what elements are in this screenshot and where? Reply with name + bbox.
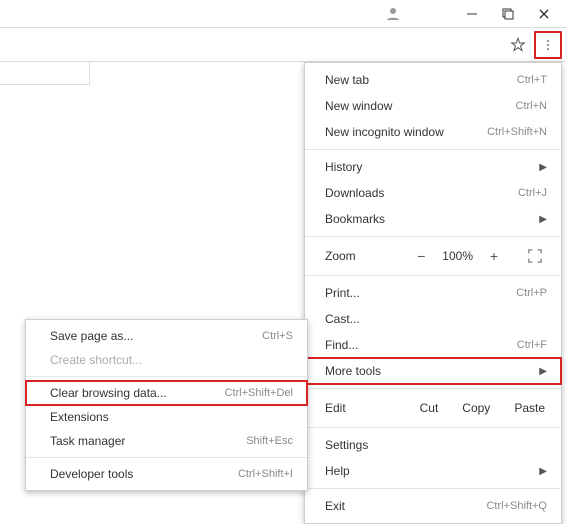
chevron-right-icon: ▶ <box>539 214 547 225</box>
menu-find[interactable]: Find...Ctrl+F <box>305 332 561 358</box>
window-titlebar <box>0 0 566 28</box>
close-button[interactable] <box>526 0 562 28</box>
menu-separator <box>305 488 561 489</box>
edit-copy[interactable]: Copy <box>456 399 496 417</box>
zoom-value: 100% <box>442 249 473 263</box>
submenu-create-shortcut[interactable]: Create shortcut... <box>26 348 307 372</box>
profile-avatar-icon[interactable] <box>382 3 404 25</box>
menu-more-tools[interactable]: More tools▶ <box>305 358 561 384</box>
fullscreen-icon[interactable] <box>523 247 547 265</box>
menu-separator <box>305 149 561 150</box>
menu-separator <box>26 376 307 377</box>
browser-toolbar <box>0 28 566 62</box>
menu-separator <box>305 275 561 276</box>
chevron-right-icon: ▶ <box>539 366 547 377</box>
submenu-save-page[interactable]: Save page as...Ctrl+S <box>26 324 307 348</box>
menu-separator <box>26 457 307 458</box>
menu-zoom: Zoom − 100% + <box>305 241 561 271</box>
chevron-right-icon: ▶ <box>539 466 547 477</box>
menu-help[interactable]: Help▶ <box>305 458 561 484</box>
submenu-task-manager[interactable]: Task managerShift+Esc <box>26 429 307 453</box>
menu-new-tab[interactable]: New tabCtrl+T <box>305 67 561 93</box>
menu-bookmarks[interactable]: Bookmarks▶ <box>305 206 561 232</box>
edit-cut[interactable]: Cut <box>414 399 445 417</box>
menu-exit[interactable]: ExitCtrl+Shift+Q <box>305 493 561 519</box>
submenu-extensions[interactable]: Extensions <box>26 405 307 429</box>
menu-separator <box>305 388 561 389</box>
menu-new-incognito[interactable]: New incognito windowCtrl+Shift+N <box>305 119 561 145</box>
menu-cast[interactable]: Cast... <box>305 306 561 332</box>
menu-history[interactable]: History▶ <box>305 154 561 180</box>
more-menu-button[interactable] <box>534 31 562 59</box>
submenu-developer-tools[interactable]: Developer toolsCtrl+Shift+I <box>26 462 307 486</box>
tab-strip-stub <box>0 61 90 85</box>
menu-separator <box>305 427 561 428</box>
menu-settings[interactable]: Settings <box>305 432 561 458</box>
chevron-right-icon: ▶ <box>539 162 547 173</box>
zoom-out-button[interactable]: − <box>412 248 430 264</box>
menu-new-window[interactable]: New windowCtrl+N <box>305 93 561 119</box>
zoom-in-button[interactable]: + <box>485 248 503 264</box>
more-tools-submenu: Save page as...Ctrl+S Create shortcut...… <box>25 319 308 491</box>
edit-paste[interactable]: Paste <box>508 399 551 417</box>
bookmark-star-icon[interactable] <box>504 31 532 59</box>
menu-separator <box>305 236 561 237</box>
maximize-button[interactable] <box>490 0 526 28</box>
chrome-main-menu: New tabCtrl+T New windowCtrl+N New incog… <box>304 62 562 524</box>
menu-print[interactable]: Print...Ctrl+P <box>305 280 561 306</box>
menu-downloads[interactable]: DownloadsCtrl+J <box>305 180 561 206</box>
menu-edit-row: Edit Cut Copy Paste <box>305 393 561 423</box>
minimize-button[interactable] <box>454 0 490 28</box>
submenu-clear-browsing-data[interactable]: Clear browsing data...Ctrl+Shift+Del <box>26 381 307 405</box>
